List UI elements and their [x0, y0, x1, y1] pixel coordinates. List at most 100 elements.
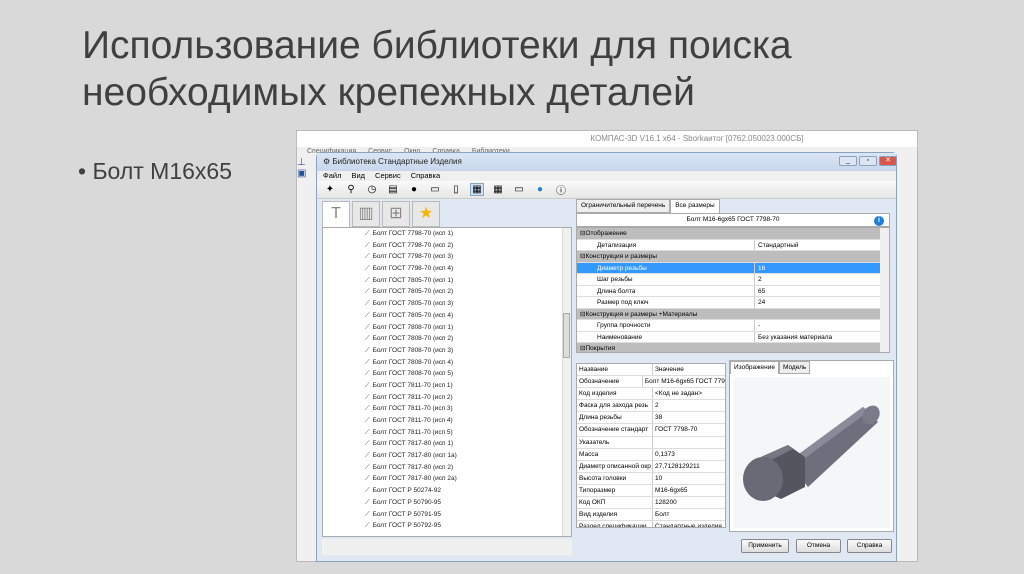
info-icon[interactable]: ⓘ	[554, 182, 568, 197]
binoculars-icon[interactable]: ⚲	[344, 184, 358, 195]
table-row: Раздел спецификации Стандартные изделия	[577, 521, 725, 527]
menu-service[interactable]: Сервис	[375, 171, 401, 180]
tree-item[interactable]: ⟋ Болт ГОСТ 7805-70 (исп 1)	[323, 275, 571, 287]
insert-icon[interactable]: ▤	[386, 184, 400, 195]
menu-help[interactable]: Справка	[411, 171, 440, 180]
tree-item[interactable]: ⟋ Болт ГОСТ 7811-70 (исп 3)	[323, 403, 571, 415]
catalog-tree[interactable]: ⟋ Болт ГОСТ 7798-70 (исп 1) ⟋ Болт ГОСТ 779…	[322, 227, 572, 537]
tree-item-label: Болт ГОСТ 7811-70 (исп 5)	[372, 428, 453, 436]
property-grid[interactable]: ⊟ Отображение Детализация Стандартный ⊟ Кон…	[576, 227, 890, 353]
tree-item[interactable]: ⟋ Болт ГОСТ 7811-70 (исп 2)	[323, 392, 571, 404]
panel-icon[interactable]: ▭	[512, 184, 526, 195]
add-icon[interactable]: ✦	[323, 184, 337, 195]
tree-item[interactable]: ⟋ Болт ГОСТ 7811-70 (исп 5)	[323, 427, 571, 439]
tab-restricted-list[interactable]: Ограничительный перечень	[576, 199, 671, 213]
property-row[interactable]: Наименование Без указания материала	[577, 331, 889, 343]
bolt-icon: ⟋	[365, 265, 370, 273]
tree-item[interactable]: ⟋ Болт ГОСТ 7811-70 (исп 1)	[323, 380, 571, 392]
tree-item[interactable]: ⟋ Болт ГОСТ 7817-80 (исп 1)	[323, 438, 571, 450]
menu-file[interactable]: Файл	[323, 171, 341, 180]
tree-scrollbar[interactable]	[562, 228, 571, 536]
property-value[interactable]: 2	[755, 274, 762, 285]
menu-view[interactable]: Вид	[351, 171, 365, 180]
tree-item[interactable]: ⟋ Болт ГОСТ 7811-70 (исп 4)	[323, 415, 571, 427]
nut-icon[interactable]: ▥	[352, 201, 380, 227]
parameters-table: Название Значение Обозначение Болт М16-6gx…	[576, 363, 726, 528]
tree-item[interactable]: ⟋ Болт ГОСТ 7808-70 (исп 5)	[323, 368, 571, 380]
param-name: Высота головки	[577, 472, 653, 484]
property-row[interactable]: Шаг резьбы 2	[577, 274, 889, 286]
view-details-icon[interactable]: ▦	[491, 184, 505, 195]
tree-item[interactable]: ⟋ Болт ГОСТ 7817-80 (исп 1а)	[323, 450, 571, 462]
minimize-button[interactable]: _	[839, 156, 857, 166]
sphere-icon[interactable]: ●	[407, 184, 421, 195]
tab-model[interactable]: Модель	[778, 361, 811, 374]
maximize-button[interactable]: ▫	[859, 156, 877, 166]
close-button[interactable]: ✕	[879, 156, 897, 166]
tree-item[interactable]: ⟋ Болт ГОСТ Р 50790-95	[323, 497, 571, 509]
tab-all-sizes[interactable]: Все размеры	[670, 199, 720, 213]
tree-item[interactable]: ⟋ Болт ГОСТ 7805-70 (исп 2)	[323, 286, 571, 298]
property-value[interactable]: -	[755, 320, 760, 331]
bolt-icon: ⟋	[365, 475, 370, 483]
tree-item[interactable]: ⟋ Болт ГОСТ 7808-70 (исп 3)	[323, 345, 571, 357]
tree-item[interactable]: ⟋ Болт ГОСТ 7798-70 (исп 2)	[323, 240, 571, 252]
tree-item[interactable]: ⟋ Болт ГОСТ 7805-70 (исп 4)	[323, 310, 571, 322]
category-tabs: T ▥ ⊞ ★	[322, 201, 572, 227]
history-icon[interactable]: ◷	[365, 184, 379, 195]
property-value[interactable]: 65	[755, 286, 765, 297]
tree-item[interactable]: ⟋ Болт ГОСТ 7808-70 (исп 4)	[323, 357, 571, 369]
param-name: Диаметр описанной окр	[577, 460, 653, 472]
tree-item[interactable]: ⟋ Болт ГОСТ 7808-70 (исп 1)	[323, 322, 571, 334]
tree-item[interactable]: ⟋ Болт ГОСТ 7798-70 (исп 4)	[323, 263, 571, 275]
property-row[interactable]: Длина болта 65	[577, 285, 889, 297]
tree-item[interactable]: ⟋ Болт ГОСТ 7805-70 (исп 3)	[323, 298, 571, 310]
tree-item-label: Болт ГОСТ 7805-70 (исп 4)	[372, 311, 454, 319]
tree-item[interactable]: ⟋ Болт ГОСТ 7808-70 (исп 2)	[323, 333, 571, 345]
param-name: Вид изделия	[577, 509, 653, 521]
tree-item[interactable]: ⟋ Болт ГОСТ 7798-70 (исп 1)	[323, 228, 571, 240]
bolt-icon[interactable]: T	[322, 201, 350, 227]
tree-item-label: Болт ГОСТ 7808-70 (исп 4)	[372, 358, 454, 366]
bolt-icon: ⟋	[365, 510, 370, 518]
property-row[interactable]: Группа прочности -	[577, 320, 889, 332]
help-button[interactable]: Справка	[847, 539, 892, 553]
fastener-icon[interactable]: ⊞	[382, 201, 410, 227]
lock-folder-icon[interactable]: ▯	[449, 184, 463, 195]
bolt-icon: ⟋	[365, 381, 370, 389]
cancel-button[interactable]: Отмена	[796, 539, 841, 553]
folder-icon[interactable]: ▭	[428, 184, 442, 195]
tree-item[interactable]: ⟋ Болт ГОСТ 7817-80 (исп 2)	[323, 462, 571, 474]
property-row[interactable]: Детализация Стандартный	[577, 239, 889, 251]
tree-item[interactable]: ⟋ Болт ГОСТ 7798-70 (исп 3)	[323, 251, 571, 263]
tab-image[interactable]: Изображение	[730, 361, 779, 374]
help-icon[interactable]: ●	[533, 184, 547, 195]
tree-item-label: Болт ГОСТ Р 50790-95	[372, 498, 441, 506]
tree-item[interactable]: ⟋ Болт ГОСТ Р 50791-95	[323, 509, 571, 521]
property-scrollbar[interactable]	[880, 228, 889, 352]
info-icon[interactable]: i	[874, 216, 884, 226]
star-icon[interactable]: ★	[412, 201, 440, 227]
dialog-menu: Файл Вид Сервис Справка	[317, 171, 896, 181]
property-value[interactable]: Стандартный	[755, 240, 799, 251]
property-group[interactable]: ⊟ Покрытия	[577, 343, 889, 352]
tree-item[interactable]: ⟋ Болт ГОСТ Р 50274-92	[323, 485, 571, 497]
property-group[interactable]: ⊟ Конструкция и размеры +Материалы	[577, 308, 889, 320]
bolt-icon: ⟋	[365, 487, 370, 495]
view-list-icon[interactable]: ▦	[470, 183, 484, 196]
apply-button[interactable]: Применить	[741, 539, 789, 553]
property-group[interactable]: ⊟ Конструкция и размеры	[577, 251, 889, 263]
tree-item[interactable]: ⟋ Болт ГОСТ Р 50792-95	[323, 520, 571, 532]
tree-item[interactable]: ⟋ Болт ГОСТ 7817-80 (исп 2а)	[323, 473, 571, 485]
gear-icon: ⚙	[323, 157, 333, 166]
preview-panel: Изображение Модель	[729, 360, 894, 532]
property-value[interactable]: Без указания материала	[755, 332, 832, 343]
property-value[interactable]: 24	[755, 297, 765, 308]
property-value[interactable]: 16	[755, 263, 765, 274]
table-row: ОбозначениеБолт М16-6gx65 ГОСТ 7798-70	[577, 376, 725, 389]
property-row[interactable]: Диаметр резьбы 16	[577, 262, 889, 274]
property-group[interactable]: ⊟ Отображение	[577, 228, 889, 240]
property-row[interactable]: Размер под ключ 24	[577, 297, 889, 309]
app-toolbar-icons[interactable]: ⊥ ▣	[297, 157, 317, 217]
tree-item-label: Болт ГОСТ 7811-70 (исп 3)	[372, 405, 453, 413]
